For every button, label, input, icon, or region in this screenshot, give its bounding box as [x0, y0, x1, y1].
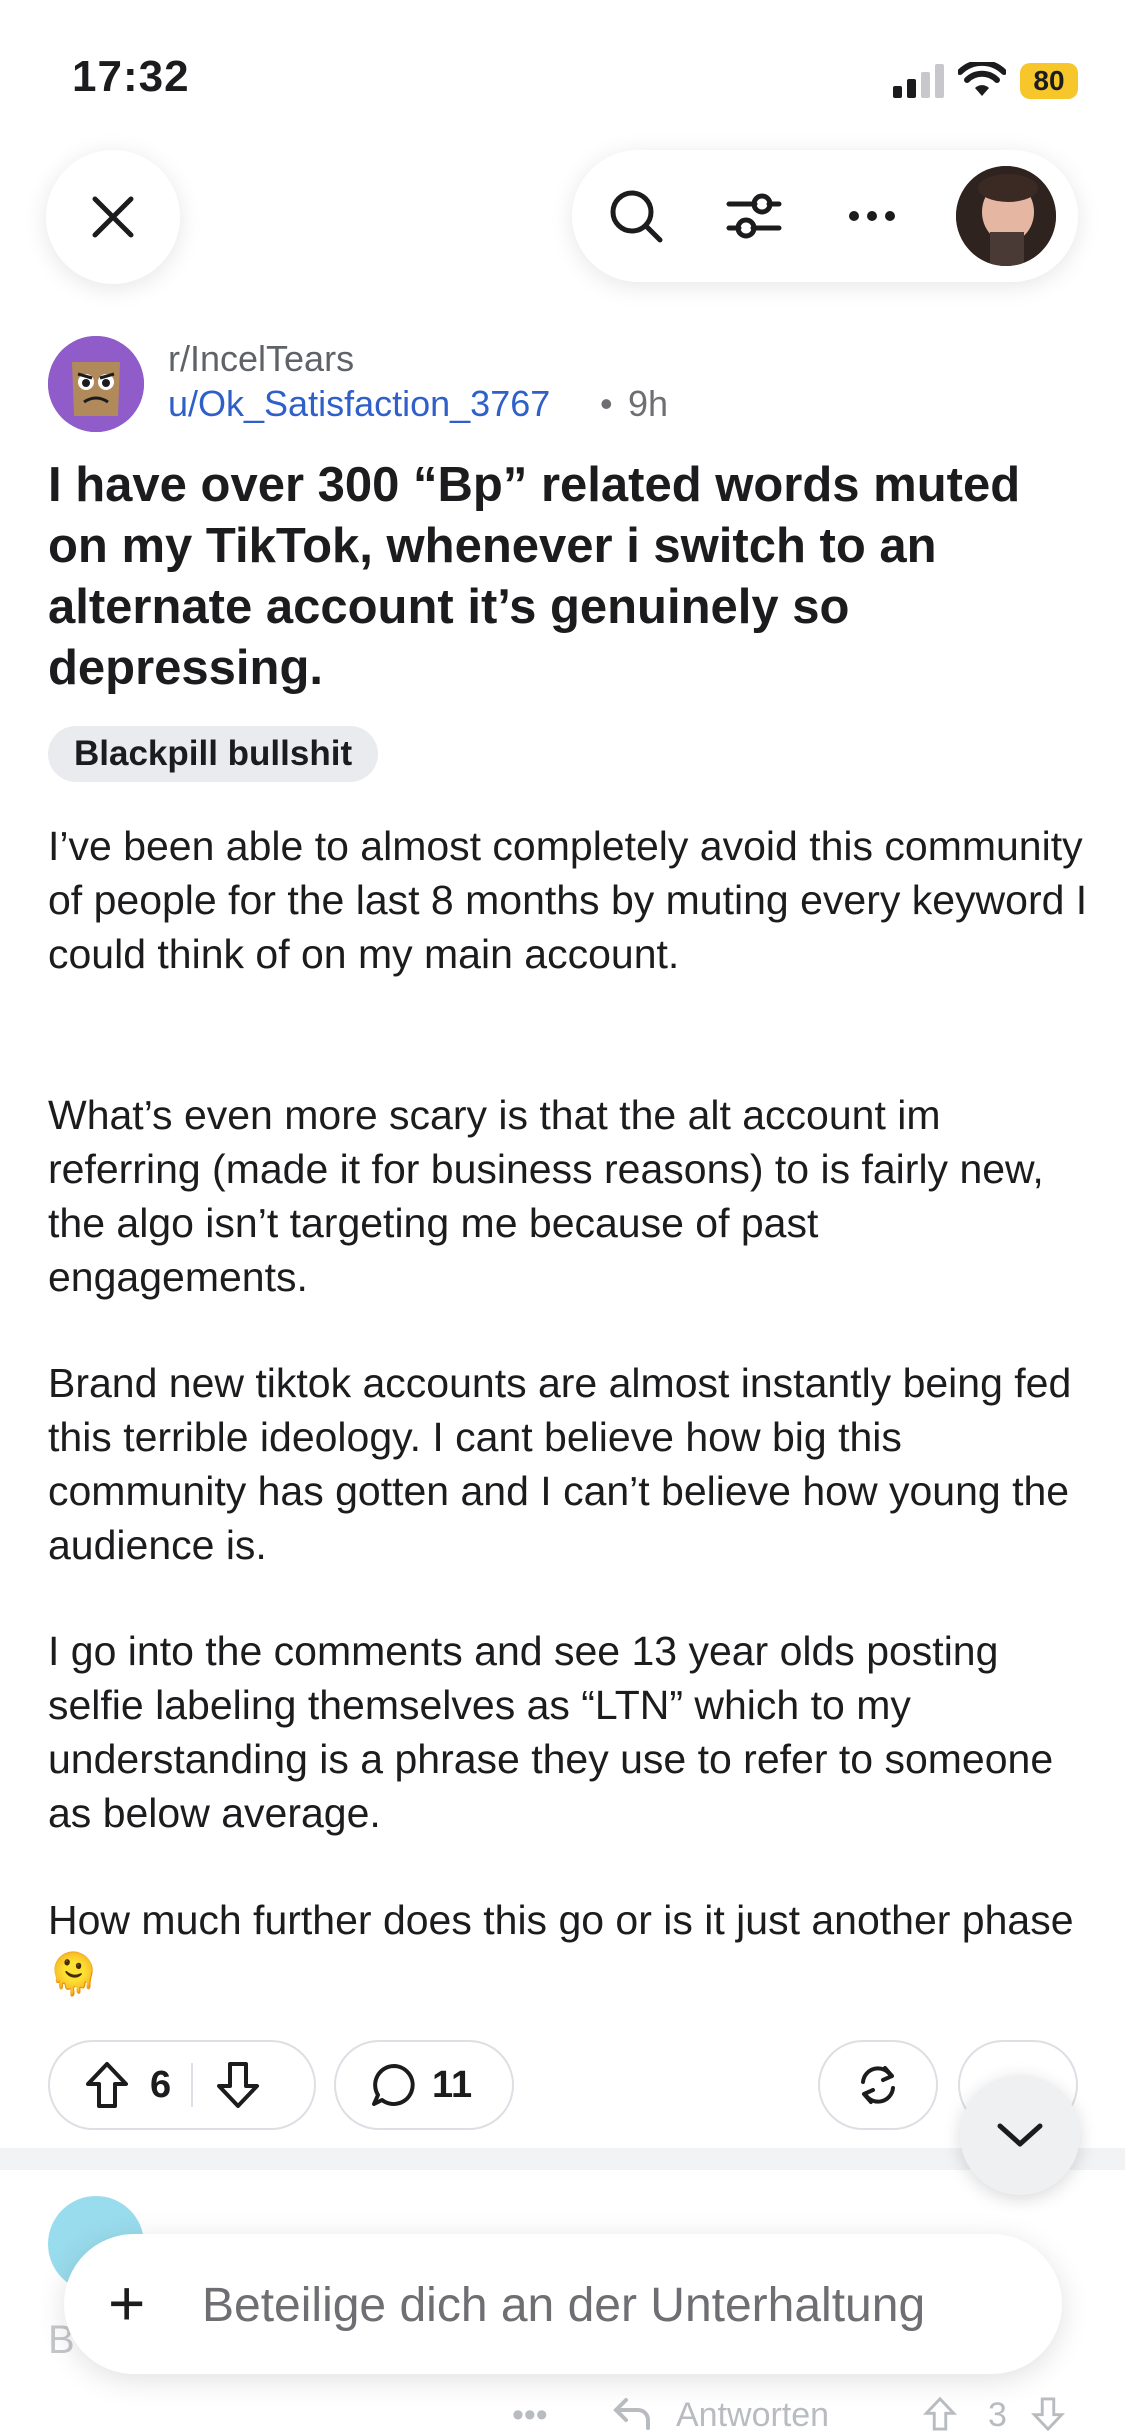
- post-flair[interactable]: Blackpill bullshit: [48, 726, 379, 782]
- scroll-down-button[interactable]: [960, 2075, 1080, 2195]
- signal-icon: [893, 64, 945, 98]
- reply-placeholder: Beteilige dich an der Unterhaltung: [202, 2279, 926, 2332]
- comment-more[interactable]: •••: [512, 2396, 548, 2435]
- reply-button[interactable]: Antworten: [676, 2396, 829, 2435]
- upvote-icon[interactable]: [84, 2060, 130, 2110]
- share-button[interactable]: [818, 2040, 938, 2130]
- post-age: 9h: [628, 383, 669, 424]
- post-paragraph-4: I go into the comments and see 13 year o…: [48, 1628, 1054, 1836]
- search-icon: [607, 187, 665, 245]
- post-paragraph-3: Brand new tiktok accounts are almost ins…: [48, 1360, 1072, 1568]
- post-paragraph-2: What’s even more scary is that the alt a…: [48, 1092, 1044, 1300]
- add-icon: +: [108, 2267, 146, 2339]
- reply-input[interactable]: + Beteilige dich an der Unterhaltung: [64, 2234, 1062, 2374]
- comment-upvote-icon[interactable]: [922, 2396, 958, 2432]
- share-icon: [855, 2062, 901, 2108]
- status-time: 17:32: [72, 52, 190, 101]
- post-title: I have over 300 “Bp” related words muted…: [48, 458, 1021, 695]
- more-options-button[interactable]: [822, 150, 922, 282]
- downvote-icon[interactable]: [215, 2060, 261, 2110]
- vote-control: 6: [48, 2040, 316, 2130]
- post-paragraph-5: How much further does this go or is it j…: [48, 1897, 1074, 1997]
- meta-separator: •: [600, 383, 613, 424]
- close-icon: [89, 193, 137, 241]
- comment-count: 11: [432, 2063, 473, 2106]
- search-button[interactable]: [586, 150, 686, 282]
- comment-downvote-icon[interactable]: [1030, 2396, 1066, 2432]
- post-author[interactable]: u/Ok_Satisfaction_3767: [168, 383, 550, 425]
- comments-button[interactable]: 11: [334, 2040, 514, 2130]
- post-paragraph-1: I’ve been able to almost completely avoi…: [48, 823, 1088, 977]
- vote-divider: [191, 2063, 194, 2107]
- filter-icon: [725, 187, 783, 245]
- chevron-down-icon: [995, 2120, 1045, 2150]
- subreddit-avatar[interactable]: [48, 336, 144, 432]
- wifi-icon: [958, 62, 1006, 98]
- vote-count: 6: [150, 2063, 172, 2106]
- comment-vote-count: 3: [988, 2396, 1007, 2434]
- battery-indicator: 80: [1020, 63, 1078, 99]
- reply-arrow-icon: [612, 2396, 652, 2430]
- more-icon: [847, 209, 897, 223]
- comment-icon: [370, 2061, 418, 2109]
- user-avatar[interactable]: [956, 166, 1056, 266]
- post-toolbar: [572, 150, 1078, 282]
- subreddit-name[interactable]: r/IncelTears: [168, 338, 354, 380]
- section-divider: [0, 2148, 1125, 2170]
- filter-button[interactable]: [704, 150, 804, 282]
- close-button[interactable]: [46, 150, 180, 284]
